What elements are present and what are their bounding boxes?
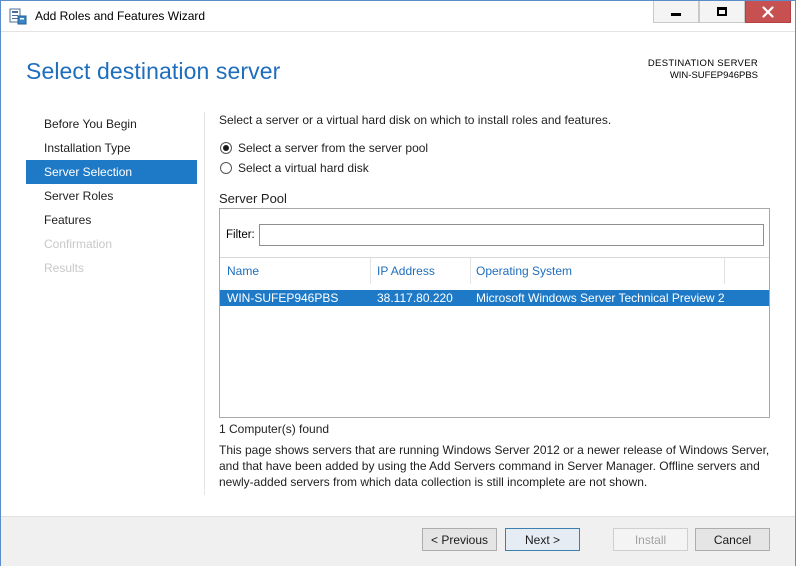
- nav-item-confirmation: Confirmation: [44, 237, 113, 251]
- radio-server-pool-label: Select a server from the server pool: [238, 141, 429, 155]
- cell-ip-address: 38.117.80.220: [377, 291, 453, 305]
- radio-server-pool[interactable]: [220, 142, 232, 154]
- cancel-button[interactable]: Cancel: [695, 528, 770, 551]
- table-row[interactable]: WIN-SUFEP946PBS 38.117.80.220 Microsoft …: [220, 290, 769, 306]
- server-wizard-icon: [9, 8, 27, 25]
- minimize-button[interactable]: [653, 1, 699, 23]
- wizard-nav: Before You Begin Installation Type Serve…: [26, 112, 197, 280]
- column-header-ip-address[interactable]: IP Address: [377, 264, 435, 278]
- server-pool-title: Server Pool: [219, 191, 287, 206]
- column-separator[interactable]: [370, 258, 371, 284]
- nav-item-before-you-begin[interactable]: Before You Begin: [26, 112, 197, 136]
- install-button: Install: [613, 528, 688, 551]
- nav-item-server-roles[interactable]: Server Roles: [26, 184, 197, 208]
- computers-found-count: 1 Computer(s) found: [219, 422, 330, 436]
- destination-server-value: WIN-SUFEP946PBS: [669, 70, 758, 81]
- nav-item-features[interactable]: Features: [26, 208, 197, 232]
- wizard-footer: < Previous Next > Install Cancel: [1, 516, 795, 566]
- maximize-icon: [717, 7, 727, 16]
- filter-label: Filter:: [226, 229, 255, 241]
- destination-server-label: DESTINATION SERVER: [647, 58, 758, 69]
- radio-virtual-hard-disk[interactable]: [220, 162, 232, 174]
- column-header-operating-system[interactable]: Operating System: [476, 264, 572, 278]
- title-bar[interactable]: Add Roles and Features Wizard: [1, 1, 795, 32]
- next-button[interactable]: Next >: [505, 528, 580, 551]
- radio-server-pool-option[interactable]: Select a server from the server pool: [220, 141, 428, 155]
- close-icon: [762, 5, 774, 18]
- server-grid-header: Name IP Address Operating System: [220, 257, 769, 284]
- cell-operating-system: Microsoft Windows Server Technical Previ…: [476, 291, 725, 305]
- close-button[interactable]: [745, 1, 791, 23]
- column-separator[interactable]: [470, 258, 471, 284]
- page-title: Select destination server: [26, 58, 281, 84]
- maximize-button[interactable]: [699, 1, 745, 23]
- filter-input[interactable]: [259, 224, 764, 246]
- cell-server-name: WIN-SUFEP946PBS: [227, 291, 339, 305]
- minimize-icon: [671, 13, 681, 16]
- server-pool-description: This page shows servers that are running…: [219, 443, 770, 489]
- nav-item-installation-type[interactable]: Installation Type: [26, 136, 197, 160]
- nav-item-results: Results: [44, 261, 85, 275]
- column-separator[interactable]: [724, 258, 725, 284]
- server-pool-panel: Filter: Name IP Address Operating System…: [219, 208, 770, 418]
- intro-text: Select a server or a virtual hard disk o…: [219, 113, 612, 127]
- radio-vhd-option[interactable]: Select a virtual hard disk: [220, 161, 369, 175]
- nav-divider: [204, 112, 205, 495]
- window-title: Add Roles and Features Wizard: [35, 9, 206, 23]
- nav-item-server-selection[interactable]: Server Selection: [26, 160, 197, 184]
- radio-virtual-hard-disk-label: Select a virtual hard disk: [238, 161, 369, 175]
- column-header-name[interactable]: Name: [227, 264, 259, 278]
- wizard-window: Add Roles and Features Wizard Select des…: [0, 0, 796, 566]
- previous-button[interactable]: < Previous: [422, 528, 497, 551]
